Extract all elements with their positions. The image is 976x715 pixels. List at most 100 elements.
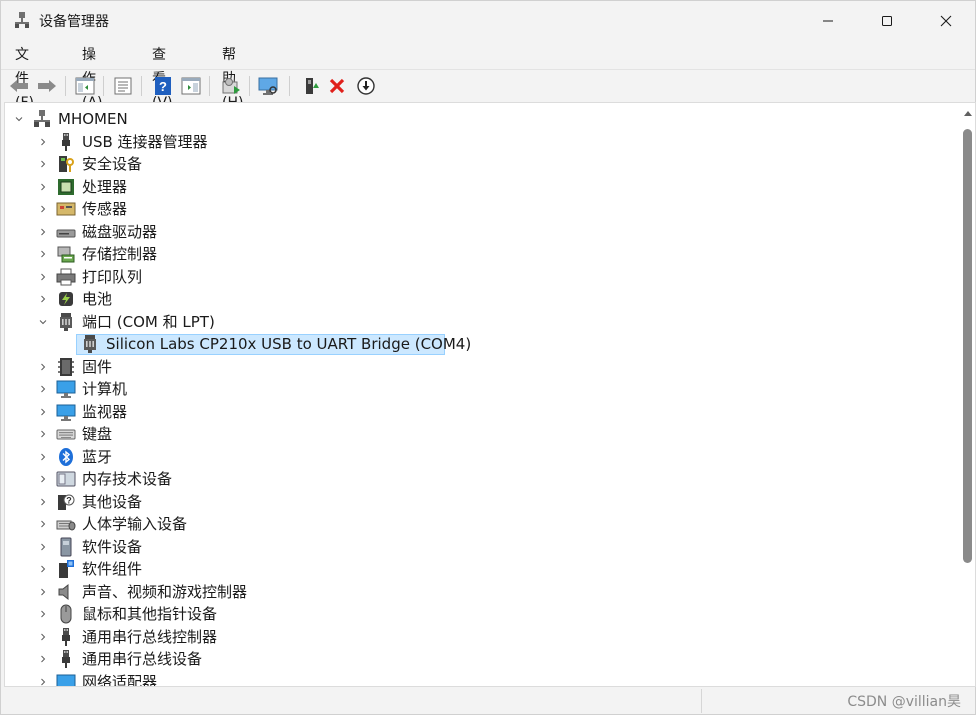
tree-root-label: MHOMEN <box>58 110 128 128</box>
expand-chevron-icon[interactable] <box>37 518 49 530</box>
action-pane-button[interactable] <box>179 74 203 98</box>
menu-help[interactable]: 帮助(H) <box>220 43 245 111</box>
tree-category-node[interactable]: 存储控制器 <box>5 243 955 265</box>
tree-category-label: 处理器 <box>82 177 128 196</box>
expand-chevron-icon[interactable] <box>37 226 49 238</box>
expand-chevron-icon[interactable] <box>37 496 49 508</box>
tree-category-label: 声音、视频和游戏控制器 <box>82 582 248 601</box>
memory-tech-icon <box>56 469 76 489</box>
tree-category-node[interactable]: ? 其他设备 <box>5 491 955 513</box>
update-driver-button[interactable] <box>219 74 243 98</box>
tree-category-label: 传感器 <box>82 200 128 218</box>
toolbar-separator <box>103 76 104 96</box>
mouse-icon <box>56 604 76 624</box>
storage-controller-icon <box>56 244 76 264</box>
tree-category-node[interactable]: 蓝牙 <box>5 446 955 468</box>
tree-category-node[interactable]: 端口 (COM 和 LPT) <box>5 311 955 333</box>
scan-hardware-button[interactable] <box>257 74 281 98</box>
vertical-scrollbar[interactable] <box>961 103 974 686</box>
expand-chevron-icon[interactable] <box>37 248 49 260</box>
expand-chevron-icon[interactable] <box>37 608 49 620</box>
help-icon: ? <box>155 77 171 95</box>
expand-chevron-icon[interactable] <box>37 451 49 463</box>
disable-device-button[interactable] <box>354 74 378 98</box>
expand-chevron-icon[interactable] <box>37 428 49 440</box>
expand-chevron-icon[interactable] <box>37 271 49 283</box>
expand-chevron-icon[interactable] <box>37 158 49 170</box>
expand-chevron-icon[interactable] <box>37 136 49 148</box>
uninstall-device-button[interactable] <box>325 74 349 98</box>
tree-category-node[interactable]: 磁盘驱动器 <box>5 221 955 243</box>
tree-category-label: 通用串行总线控制器 <box>82 627 218 646</box>
expand-chevron-icon[interactable] <box>37 653 49 665</box>
tree-category-node[interactable]: 电池 <box>5 288 955 310</box>
help-button[interactable]: ? <box>151 74 175 98</box>
tree-category-label: USB 连接器管理器 <box>82 132 208 151</box>
tree-category-node[interactable]: 人体学输入设备 <box>5 513 955 535</box>
tree-category-node[interactable]: 固件 <box>5 356 955 378</box>
expand-chevron-icon[interactable] <box>37 181 49 193</box>
close-icon <box>940 15 952 27</box>
tree-category-node[interactable]: 通用串行总线设备 <box>5 648 955 670</box>
expand-chevron-icon[interactable] <box>37 631 49 643</box>
scrollbar-thumb[interactable] <box>963 129 972 563</box>
expand-chevron-icon[interactable] <box>37 676 49 687</box>
tree-category-node[interactable]: 内存技术设备 <box>5 468 955 490</box>
forward-button[interactable] <box>35 74 59 98</box>
scroll-up-arrow-icon[interactable] <box>964 111 972 116</box>
expand-chevron-icon[interactable] <box>37 293 49 305</box>
tree-category-node[interactable]: 传感器 <box>5 198 955 220</box>
firmware-icon <box>56 357 76 377</box>
close-button[interactable] <box>917 1 975 41</box>
expand-chevron-icon[interactable] <box>37 563 49 575</box>
tree-category-node[interactable]: 通用串行总线控制器 <box>5 626 955 648</box>
maximize-icon <box>882 16 892 26</box>
add-legacy-hardware-button[interactable] <box>299 74 323 98</box>
tree-category-label: 打印队列 <box>82 267 143 286</box>
tree-category-node[interactable]: 键盘 <box>5 423 955 445</box>
menu-file[interactable]: 文件(F) <box>13 43 36 111</box>
device-tree-pane[interactable]: MHOMEN USB 连接器管理器安全设备处理器传感器磁盘驱动器 存储控制器打印队列… <box>4 102 976 687</box>
tree-category-label: 内存技术设备 <box>82 470 173 488</box>
action-pane-icon <box>181 77 201 95</box>
tree-category-node[interactable]: 处理器 <box>5 176 955 198</box>
update-driver-icon <box>222 78 240 94</box>
tree-category-node[interactable]: 监视器 <box>5 401 955 423</box>
tree-root-node[interactable]: MHOMEN <box>5 108 955 130</box>
back-button[interactable] <box>7 74 31 98</box>
collapse-chevron-icon[interactable] <box>37 316 49 328</box>
expand-chevron-icon[interactable] <box>37 473 49 485</box>
security-device-icon <box>56 154 76 174</box>
expand-chevron-icon[interactable] <box>37 586 49 598</box>
expand-chevron-icon[interactable] <box>37 361 49 373</box>
tree-category-node[interactable]: 网络适配器 <box>5 671 955 687</box>
status-divider <box>701 689 702 713</box>
tree-category-node[interactable]: 软件组件 <box>5 558 955 580</box>
collapse-chevron-icon[interactable] <box>13 113 25 125</box>
tree-category-node[interactable]: 计算机 <box>5 378 955 400</box>
scan-hardware-icon <box>258 77 278 95</box>
root-computer-icon <box>32 109 52 129</box>
expand-chevron-icon[interactable] <box>37 406 49 418</box>
expand-chevron-icon[interactable] <box>37 383 49 395</box>
maximize-button[interactable] <box>858 1 916 41</box>
menu-action[interactable]: 操作(A) <box>80 43 105 111</box>
title-bar[interactable]: 设备管理器 <box>1 1 975 41</box>
keyboard-icon <box>56 424 76 444</box>
battery-icon <box>56 289 76 309</box>
tree-device-node[interactable]: Silicon Labs CP210x USB to UART Bridge (… <box>5 333 955 355</box>
tree-category-node[interactable]: 声音、视频和游戏控制器 <box>5 581 955 603</box>
properties-button[interactable] <box>111 74 135 98</box>
tree-category-label: 计算机 <box>82 380 128 398</box>
expand-chevron-icon[interactable] <box>37 203 49 215</box>
tree-category-node[interactable]: 安全设备 <box>5 153 955 175</box>
computer-icon <box>56 379 76 399</box>
expand-chevron-icon[interactable] <box>37 541 49 553</box>
menu-view[interactable]: 查看(V) <box>150 43 175 111</box>
tree-category-node[interactable]: USB 连接器管理器 <box>5 131 955 153</box>
tree-category-node[interactable]: 软件设备 <box>5 536 955 558</box>
show-hide-tree-button[interactable] <box>73 74 97 98</box>
tree-category-node[interactable]: 鼠标和其他指针设备 <box>5 603 955 625</box>
tree-category-node[interactable]: 打印队列 <box>5 266 955 288</box>
minimize-button[interactable] <box>799 1 857 41</box>
